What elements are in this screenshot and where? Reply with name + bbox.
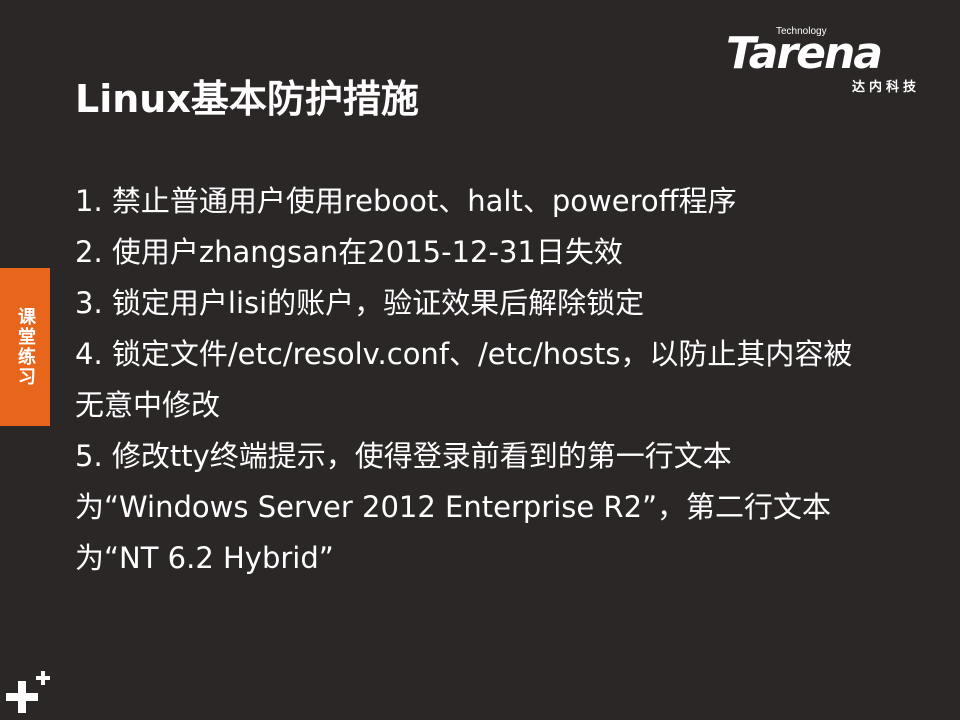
slide-title: Linux基本防护措施 bbox=[75, 77, 419, 121]
exercise-list: 1. 禁止普通用户使用reboot、halt、poweroff程序 2. 使用户… bbox=[75, 176, 875, 584]
exercise-item-4: 4. 锁定文件/etc/resolv.conf、/etc/hosts，以防止其内… bbox=[75, 337, 853, 422]
exercise-item-1: 1. 禁止普通用户使用reboot、halt、poweroff程序 bbox=[75, 184, 737, 218]
exercise-item-5: 5. 修改tty终端提示，使得登录前看到的第一行文本为“Windows Serv… bbox=[75, 439, 832, 575]
plus-icon bbox=[6, 668, 52, 716]
slide: Linux基本防护措施 Tarena Technology 达内科技 课堂练习 … bbox=[0, 0, 960, 720]
exercise-item-3: 3. 锁定用户lisi的账户，验证效果后解除锁定 bbox=[75, 286, 645, 320]
side-tab-label: 课堂练习 bbox=[15, 307, 36, 387]
tarena-logo: Tarena Technology 达内科技 bbox=[726, 26, 926, 96]
exercise-item-2: 2. 使用户zhangsan在2015-12-31日失效 bbox=[75, 235, 623, 269]
logo-cn-name: 达内科技 bbox=[851, 80, 920, 95]
logo-tagline: Technology bbox=[776, 26, 827, 37]
side-tab: 课堂练习 bbox=[0, 268, 50, 426]
